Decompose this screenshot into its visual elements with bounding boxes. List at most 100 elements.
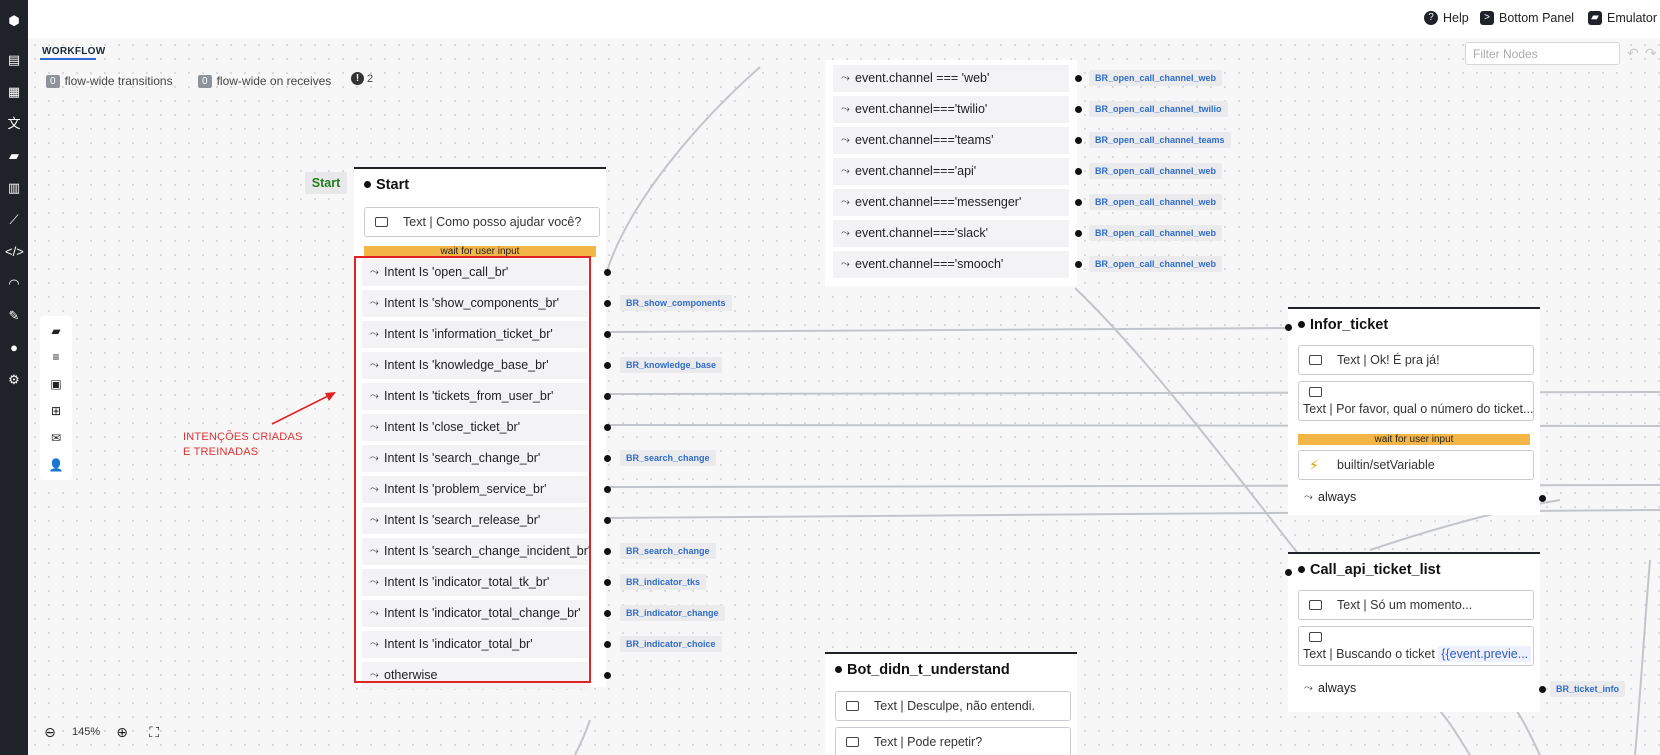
- standard-node-icon[interactable]: ▰: [48, 324, 64, 338]
- filter-nodes-input[interactable]: Filter Nodes: [1465, 42, 1620, 65]
- analytics-icon[interactable]: ⟋: [5, 211, 23, 229]
- channel-condition-row[interactable]: ⤳ event.channel==='teams': [833, 127, 1069, 154]
- flow-wide-transitions[interactable]: 0 flow-wide transitions: [46, 74, 173, 88]
- intent-target-tag[interactable]: BR_indicator_tks: [620, 574, 707, 590]
- intent-connector[interactable]: [604, 455, 611, 462]
- tab-workflow[interactable]: WORKFLOW: [42, 46, 106, 57]
- channel-condition-row[interactable]: ⤳ event.channel === 'web': [833, 65, 1069, 92]
- router-node-icon[interactable]: ⊞: [48, 404, 64, 418]
- intent-connector[interactable]: [604, 486, 611, 493]
- bot-text-card-1[interactable]: Text | Desculpe, não entendi.: [835, 691, 1071, 721]
- channel-connector[interactable]: [1075, 137, 1082, 144]
- dot-icon[interactable]: ●: [5, 339, 23, 357]
- headset-icon[interactable]: ◠: [5, 275, 23, 293]
- infor-text-1: Text | Ok! É pra já!: [1337, 353, 1440, 367]
- user-node-icon[interactable]: 👤: [48, 458, 64, 472]
- intent-connector[interactable]: [604, 672, 611, 679]
- infor-text-card-1[interactable]: Text | Ok! É pra já!: [1298, 345, 1534, 375]
- say-node-icon[interactable]: ✉: [48, 431, 64, 445]
- call-api-title[interactable]: Call_api_ticket_list: [1298, 562, 1441, 578]
- call-api-always-row[interactable]: ⤳ always: [1296, 675, 1532, 702]
- list-node-icon[interactable]: ≡: [48, 350, 64, 364]
- code-icon[interactable]: </>: [5, 243, 24, 261]
- content-icon[interactable]: ▦: [5, 83, 23, 101]
- zoom-out-icon[interactable]: ⊖: [40, 722, 60, 742]
- help-icon: ?: [1424, 11, 1438, 25]
- channel-target-tag[interactable]: BR_open_call_channel_teams: [1089, 132, 1231, 148]
- infor-action-card[interactable]: ⚡ builtin/setVariable: [1298, 450, 1534, 480]
- intent-target-tag[interactable]: BR_search_change: [620, 450, 716, 466]
- message-bubble-icon: [1309, 387, 1322, 397]
- channel-connector[interactable]: [1075, 168, 1082, 175]
- bottom-panel-button[interactable]: > Bottom Panel: [1480, 11, 1574, 25]
- zoom-in-icon[interactable]: ⊕: [112, 722, 132, 742]
- call-api-text-card-2[interactable]: Text | Buscando o ticket {{event.previe.…: [1298, 626, 1534, 666]
- intent-connector[interactable]: [604, 393, 611, 400]
- intent-connector[interactable]: [604, 579, 611, 586]
- start-text-card[interactable]: Text | Como posso ajudar você?: [364, 207, 600, 237]
- channel-condition-label: event.channel==='teams': [855, 133, 994, 147]
- channel-target-tag[interactable]: BR_open_call_channel_web: [1089, 70, 1223, 86]
- infor-always-row[interactable]: ⤳ always: [1296, 484, 1532, 511]
- intent-target-tag[interactable]: BR_knowledge_base: [620, 357, 723, 373]
- call-api-ticket-list-node[interactable]: Call_api_ticket_list Text | Só um moment…: [1288, 552, 1546, 712]
- infor-always-connector[interactable]: [1539, 495, 1546, 502]
- intent-connector[interactable]: [604, 610, 611, 617]
- intent-target-tag[interactable]: BR_indicator_choice: [620, 636, 722, 652]
- channel-router-node[interactable]: ⤳ event.channel === 'web' BR_open_call_cha…: [825, 60, 1231, 286]
- chat-icon[interactable]: ▰: [5, 147, 23, 165]
- channel-target-tag[interactable]: BR_open_call_channel_web: [1089, 163, 1223, 179]
- botpress-logo-icon[interactable]: ⬢: [5, 12, 23, 30]
- intent-connector[interactable]: [604, 331, 611, 338]
- intent-connector[interactable]: [604, 269, 611, 276]
- emulator-button[interactable]: ▰ Emulator: [1588, 11, 1657, 25]
- help-button[interactable]: ? Help: [1424, 11, 1469, 25]
- channel-connector[interactable]: [1075, 199, 1082, 206]
- intent-target-tag[interactable]: BR_indicator_change: [620, 605, 725, 621]
- channel-condition-row[interactable]: ⤳ event.channel==='slack': [833, 220, 1069, 247]
- redo-icon[interactable]: ↷: [1645, 45, 1657, 62]
- intent-connector[interactable]: [604, 641, 611, 648]
- execute-node-icon[interactable]: ▣: [48, 377, 64, 391]
- bot-didnt-understand-node[interactable]: Bot_didn_t_understand Text | Desculpe, n…: [825, 652, 1077, 755]
- intent-target-tag[interactable]: BR_search_change: [620, 543, 716, 559]
- library-icon[interactable]: ▥: [5, 179, 23, 197]
- channel-target-tag[interactable]: BR_open_call_channel_web: [1089, 256, 1223, 272]
- call-api-input-connector[interactable]: [1285, 569, 1292, 576]
- channel-connector[interactable]: [1075, 261, 1082, 268]
- call-api-target-tag[interactable]: BR_ticket_info: [1550, 681, 1626, 697]
- nlu-icon[interactable]: ✎: [5, 307, 23, 325]
- warnings-indicator[interactable]: ! 2: [351, 72, 373, 85]
- channel-condition-row[interactable]: ⤳ event.channel==='twilio': [833, 96, 1069, 123]
- bot-node-title[interactable]: Bot_didn_t_understand: [835, 662, 1010, 678]
- intent-target-tag[interactable]: BR_show_components: [620, 295, 732, 311]
- infor-text-card-2[interactable]: Text | Por favor, qual o número do ticke…: [1298, 381, 1534, 421]
- intent-connector[interactable]: [604, 300, 611, 307]
- channel-condition-row[interactable]: ⤳ event.channel==='messenger': [833, 189, 1069, 216]
- translate-icon[interactable]: 文: [5, 115, 23, 133]
- flow-wide-receives[interactable]: 0 flow-wide on receives: [198, 74, 331, 88]
- infor-input-connector[interactable]: [1285, 324, 1292, 331]
- undo-icon[interactable]: ↶: [1627, 45, 1639, 62]
- intent-connector[interactable]: [604, 424, 611, 431]
- infor-ticket-node[interactable]: Infor_ticket Text | Ok! É pra já! Text |…: [1288, 307, 1546, 515]
- call-api-always-connector[interactable]: [1539, 686, 1546, 693]
- intent-connector[interactable]: [604, 548, 611, 555]
- channel-target-tag[interactable]: BR_open_call_channel_twilio: [1089, 101, 1228, 117]
- channel-condition-row[interactable]: ⤳ event.channel==='smooch': [833, 251, 1069, 278]
- fit-screen-icon[interactable]: ⛶: [144, 722, 164, 742]
- channel-target-tag[interactable]: BR_open_call_channel_web: [1089, 225, 1223, 241]
- channel-condition-row[interactable]: ⤳ event.channel==='api': [833, 158, 1069, 185]
- dashboard-icon[interactable]: ▤: [5, 51, 23, 69]
- start-node-title[interactable]: Start: [364, 177, 409, 193]
- bot-text-card-2[interactable]: Text | Pode repetir?: [835, 727, 1071, 755]
- settings-gear-icon[interactable]: ⚙: [5, 371, 23, 389]
- call-api-text-card-1[interactable]: Text | Só um momento...: [1298, 590, 1534, 620]
- infor-ticket-title[interactable]: Infor_ticket: [1298, 317, 1388, 333]
- channel-connector[interactable]: [1075, 106, 1082, 113]
- intent-connector[interactable]: [604, 517, 611, 524]
- intent-connector[interactable]: [604, 362, 611, 369]
- channel-connector[interactable]: [1075, 230, 1082, 237]
- channel-connector[interactable]: [1075, 75, 1082, 82]
- channel-target-tag[interactable]: BR_open_call_channel_web: [1089, 194, 1223, 210]
